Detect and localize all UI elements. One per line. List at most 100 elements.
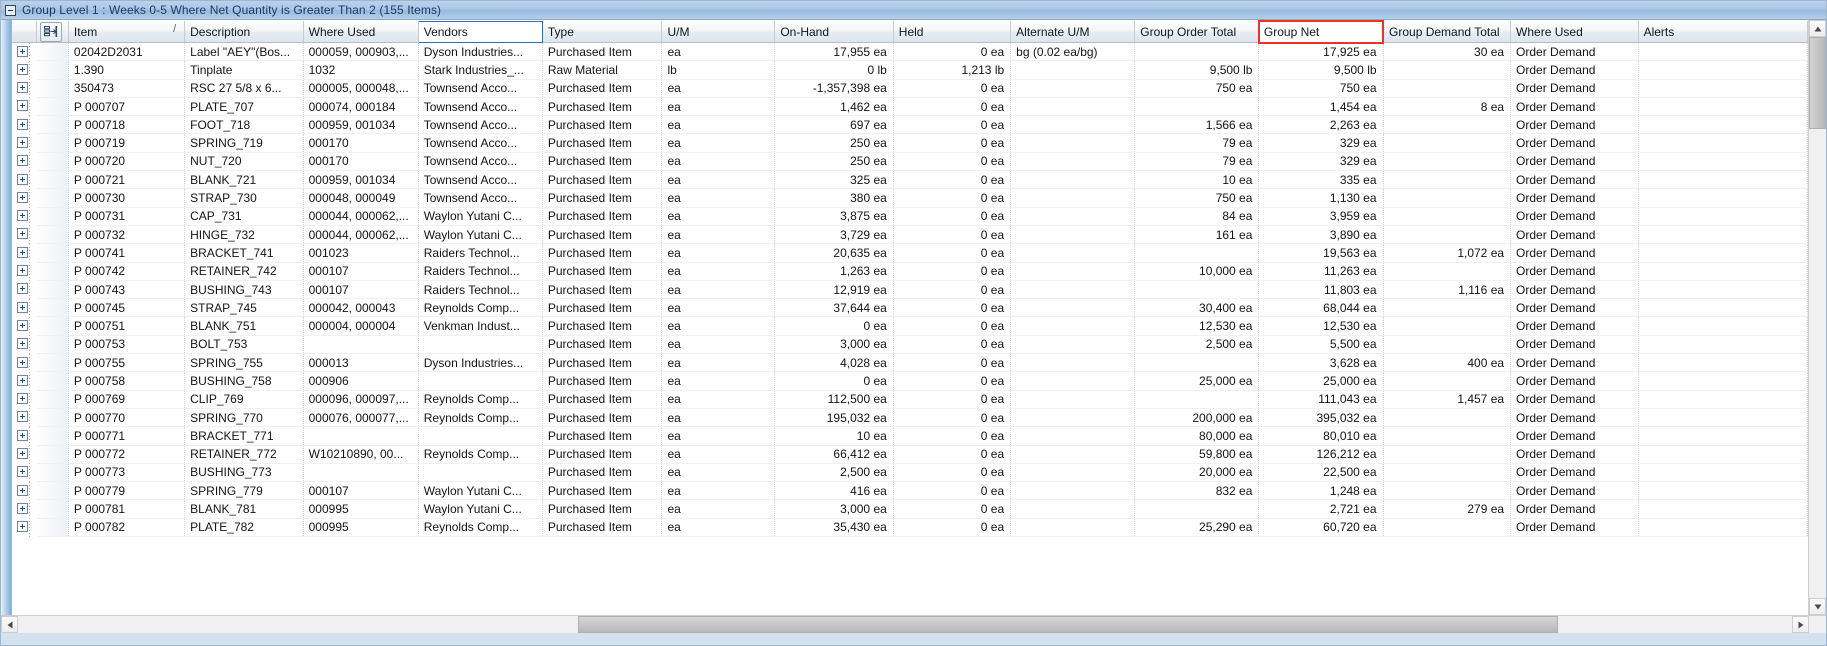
expand-row-icon[interactable] xyxy=(17,429,28,441)
cell-group_order_total[interactable]: 25,000 ea xyxy=(1134,371,1260,391)
cell-held[interactable]: 0 ea xyxy=(893,518,1012,538)
cell-group_order_total[interactable]: 20,000 ea xyxy=(1134,463,1260,483)
row-expander-cell[interactable] xyxy=(12,335,37,354)
cell-alerts[interactable] xyxy=(1638,463,1808,483)
cell-alerts[interactable] xyxy=(1638,518,1808,538)
cell-um[interactable]: ea xyxy=(661,42,776,62)
cell-item[interactable]: P 000781 xyxy=(68,499,186,519)
cell-where_used_2[interactable]: Order Demand xyxy=(1510,79,1639,98)
cell-where_used_2[interactable]: Order Demand xyxy=(1510,518,1639,538)
column-header-description[interactable]: Description xyxy=(184,21,304,43)
cell-type[interactable]: Purchased Item xyxy=(542,353,663,373)
cell-group_demand_total[interactable] xyxy=(1383,133,1512,153)
column-chooser-button[interactable] xyxy=(36,21,69,43)
cell-group_net[interactable]: 1,454 ea xyxy=(1258,97,1384,117)
cell-alerts[interactable] xyxy=(1638,207,1808,226)
cell-held[interactable]: 0 ea xyxy=(893,335,1012,355)
cell-on_hand[interactable]: 66,412 ea xyxy=(774,445,894,464)
cell-item[interactable]: P 000720 xyxy=(68,152,186,172)
cell-held[interactable]: 0 ea xyxy=(893,481,1012,501)
table-row[interactable]: P 000718 FOOT_718 000959, 001034 Townsend A… xyxy=(12,115,1808,135)
row-marker-cell[interactable] xyxy=(36,262,69,281)
cell-type[interactable]: Raw Material xyxy=(542,60,663,80)
cell-where_used_2[interactable]: Order Demand xyxy=(1510,371,1639,391)
cell-description[interactable]: STRAP_730 xyxy=(184,188,304,208)
cell-held[interactable]: 0 ea xyxy=(893,280,1012,300)
cell-vendors[interactable]: Waylon Yutani C... xyxy=(418,225,543,245)
table-row[interactable]: 1.390 Tinplate 1032 Stark Industries_... Raw… xyxy=(12,60,1808,80)
cell-alternate_um[interactable] xyxy=(1010,390,1136,409)
cell-group_order_total[interactable]: 161 ea xyxy=(1134,225,1260,245)
expand-row-icon[interactable] xyxy=(17,319,28,331)
cell-held[interactable]: 0 ea xyxy=(893,298,1012,318)
cell-description[interactable]: SPRING_719 xyxy=(184,133,304,153)
table-row[interactable]: P 000720 NUT_720 000170 Townsend Acco... Pur… xyxy=(12,152,1808,172)
table-row[interactable]: P 000741 BRACKET_741 001023 Raiders Technol… xyxy=(12,243,1808,263)
cell-item[interactable]: 1.390 xyxy=(68,60,186,80)
cell-alternate_um[interactable] xyxy=(1010,225,1136,245)
cell-where_used_1[interactable] xyxy=(303,463,419,483)
cell-held[interactable]: 0 ea xyxy=(893,371,1012,391)
expand-row-icon[interactable] xyxy=(17,246,28,258)
cell-where_used_1[interactable]: 000074, 000184 xyxy=(303,97,419,117)
cell-where_used_2[interactable]: Order Demand xyxy=(1510,170,1639,190)
cell-group_order_total[interactable]: 1,566 ea xyxy=(1134,115,1260,135)
row-expander-cell[interactable] xyxy=(12,390,37,409)
cell-um[interactable]: ea xyxy=(661,280,776,300)
cell-held[interactable]: 0 ea xyxy=(893,115,1012,135)
cell-description[interactable]: PLATE_707 xyxy=(184,97,304,117)
cell-group_demand_total[interactable] xyxy=(1383,170,1512,190)
cell-alerts[interactable] xyxy=(1638,298,1808,318)
cell-alerts[interactable] xyxy=(1638,79,1808,98)
cell-where_used_1[interactable]: 000005, 000048,... xyxy=(303,79,419,98)
table-row[interactable]: P 000779 SPRING_779 000107 Waylon Yutani C.… xyxy=(12,481,1808,501)
column-header-type[interactable]: Type xyxy=(542,21,663,43)
cell-where_used_2[interactable]: Order Demand xyxy=(1510,188,1639,208)
cell-where_used_2[interactable]: Order Demand xyxy=(1510,316,1639,336)
cell-alerts[interactable] xyxy=(1638,97,1808,117)
cell-where_used_2[interactable]: Order Demand xyxy=(1510,97,1639,117)
expand-row-icon[interactable] xyxy=(17,521,28,533)
cell-description[interactable]: Tinplate xyxy=(184,60,304,80)
cell-alternate_um[interactable] xyxy=(1010,481,1136,501)
row-expander-cell[interactable] xyxy=(12,426,37,446)
cell-held[interactable]: 0 ea xyxy=(893,426,1012,446)
cell-vendors[interactable] xyxy=(418,371,543,391)
cell-group_order_total[interactable]: 30,400 ea xyxy=(1134,298,1260,318)
row-marker-cell[interactable] xyxy=(36,207,69,226)
cell-alternate_um[interactable] xyxy=(1010,133,1136,153)
cell-vendors[interactable]: Reynolds Comp... xyxy=(418,445,543,464)
column-header-item[interactable]: Item / xyxy=(68,21,186,43)
cell-alerts[interactable] xyxy=(1638,42,1808,62)
cell-type[interactable]: Purchased Item xyxy=(542,408,663,428)
row-expander-cell[interactable] xyxy=(12,463,37,482)
cell-group_order_total[interactable]: 80,000 ea xyxy=(1134,426,1260,446)
cell-where_used_1[interactable]: 000170 xyxy=(303,152,419,172)
table-row[interactable]: P 000755 SPRING_755 000013 Dyson Industries… xyxy=(12,353,1808,373)
cell-on_hand[interactable]: 17,955 ea xyxy=(774,42,894,62)
cell-where_used_1[interactable]: 000107 xyxy=(303,262,419,281)
cell-where_used_1[interactable]: 001023 xyxy=(303,243,419,263)
cell-group_order_total[interactable]: 10,000 ea xyxy=(1134,262,1260,281)
cell-group_order_total[interactable] xyxy=(1134,499,1260,519)
cell-type[interactable]: Purchased Item xyxy=(542,79,663,98)
cell-group_net[interactable]: 111,043 ea xyxy=(1258,390,1384,409)
cell-vendors[interactable]: Townsend Acco... xyxy=(418,115,543,135)
cell-item[interactable]: P 000730 xyxy=(68,188,186,208)
row-marker-cell[interactable] xyxy=(36,42,69,62)
expand-row-icon[interactable] xyxy=(17,210,28,222)
row-expander-cell[interactable] xyxy=(12,316,37,336)
expand-row-icon[interactable] xyxy=(17,374,28,386)
cell-group_net[interactable]: 329 ea xyxy=(1258,133,1384,153)
row-marker-cell[interactable] xyxy=(36,225,69,245)
cell-held[interactable]: 0 ea xyxy=(893,79,1012,98)
column-header-alerts[interactable]: Alerts xyxy=(1638,21,1808,43)
row-marker-cell[interactable] xyxy=(36,353,69,373)
cell-where_used_2[interactable]: Order Demand xyxy=(1510,225,1639,245)
cell-where_used_2[interactable]: Order Demand xyxy=(1510,60,1639,80)
cell-description[interactable]: RETAINER_742 xyxy=(184,262,304,281)
row-marker-cell[interactable] xyxy=(36,79,69,98)
cell-where_used_2[interactable]: Order Demand xyxy=(1510,481,1639,501)
cell-alternate_um[interactable] xyxy=(1010,335,1136,355)
cell-held[interactable]: 0 ea xyxy=(893,152,1012,172)
